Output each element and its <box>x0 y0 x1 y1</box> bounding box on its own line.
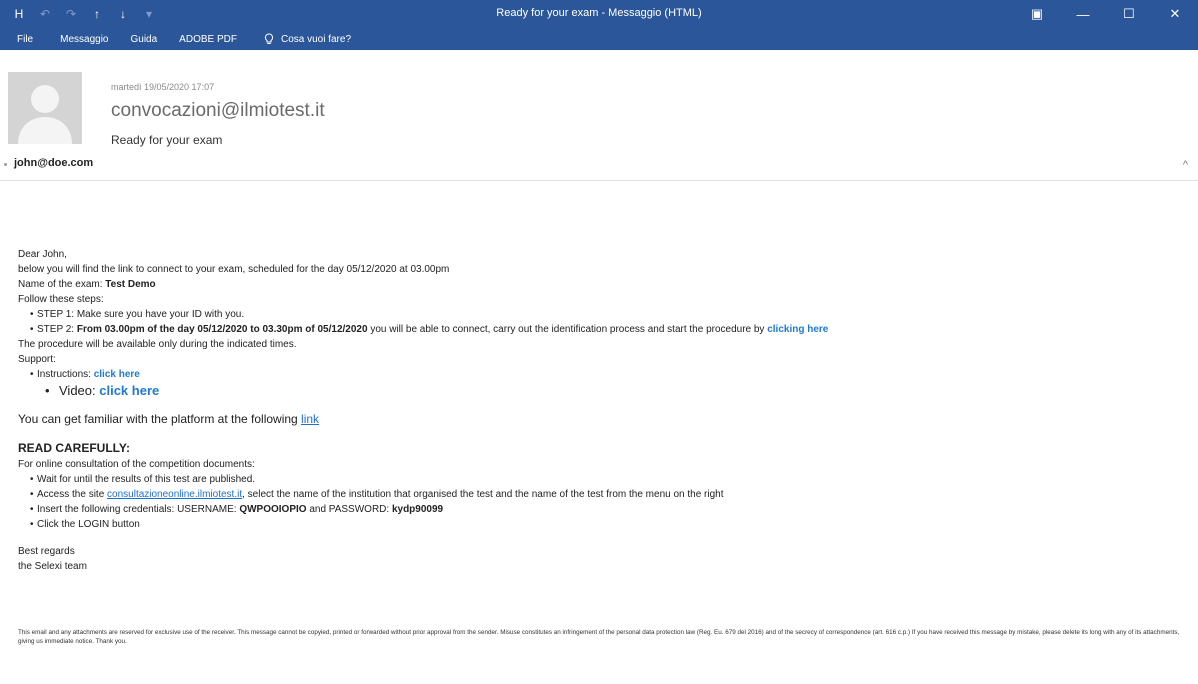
credentials-prefix: Insert the following credentials: USERNA… <box>37 504 240 515</box>
closing-regards: Best regards <box>18 546 75 557</box>
consultation-step-4: Click the LOGIN button <box>18 517 1188 532</box>
tab-file[interactable]: File <box>0 28 49 50</box>
username-value: QWPOOIOPIO <box>239 504 307 515</box>
window-controls: ▣ — ☐ ✕ <box>1014 0 1198 28</box>
password-value: kydp90099 <box>391 504 444 515</box>
tell-me-text: Cosa vuoi fare? <box>280 33 352 45</box>
message-body: Dear John, below you will find the link … <box>18 247 1188 574</box>
sender-address[interactable]: convocazioni@ilmiotest.it <box>111 100 325 122</box>
consultation-intro: For online consultation of the competiti… <box>18 459 255 470</box>
consultation-site-link[interactable]: consultazioneonline.ilmiotest.it <box>107 489 242 500</box>
tell-me-box[interactable]: Cosa vuoi fare? <box>248 33 351 45</box>
support-label: Support: <box>18 354 56 365</box>
exam-name: Test Demo <box>105 279 156 290</box>
credentials-mid: and PASSWORD: <box>306 504 392 515</box>
signature: the Selexi team <box>18 561 87 572</box>
close-button[interactable]: ✕ <box>1152 0 1198 28</box>
availability-note: The procedure will be available only dur… <box>18 339 297 350</box>
step-2-text: you will be able to connect, carry out t… <box>367 324 768 335</box>
procedure-link[interactable]: clicking here <box>767 324 828 335</box>
steps-list: STEP 1: Make sure you have your ID with … <box>18 307 1188 337</box>
recipient-address[interactable]: john@doe.com <box>14 157 93 169</box>
platform-link[interactable]: link <box>301 412 319 426</box>
greeting: Dear John, <box>18 249 67 260</box>
recipient-bullet-icon <box>4 163 7 166</box>
read-carefully-heading: READ CAREFULLY: <box>18 440 1188 457</box>
step-2-prefix: STEP 2: <box>37 324 77 335</box>
step-1: STEP 1: Make sure you have your ID with … <box>18 307 1188 322</box>
ribbon-display-options-button[interactable]: ▣ <box>1014 0 1060 28</box>
title-bar: H ↶ ↷ ↑ ↓ ▾ Ready for your exam - Messag… <box>0 0 1198 28</box>
consultation-step-2-prefix: Access the site <box>37 489 108 500</box>
ribbon-tabs: File Messaggio Guida ADOBE PDF Cosa vuoi… <box>0 28 1198 50</box>
sender-avatar <box>8 72 82 144</box>
disclaimer-footer: This email and any attachments are reser… <box>18 629 1180 645</box>
tab-messaggio[interactable]: Messaggio <box>49 28 119 50</box>
tab-adobe-pdf[interactable]: ADOBE PDF <box>168 28 248 50</box>
maximize-button[interactable]: ☐ <box>1106 0 1152 28</box>
minimize-button[interactable]: — <box>1060 0 1106 28</box>
consultation-step-3: Insert the following credentials: USERNA… <box>18 502 1188 517</box>
instructions-item: Instructions: click here <box>18 367 1188 382</box>
exam-name-line: Name of the exam: Test Demo <box>18 277 1188 292</box>
support-list: Instructions: click here <box>18 367 1188 382</box>
exam-name-label: Name of the exam: <box>18 279 106 290</box>
video-label: Video: <box>59 383 100 398</box>
steps-intro: Follow these steps: <box>18 294 104 305</box>
intro-text: below you will find the link to connect … <box>18 264 450 275</box>
tab-guida[interactable]: Guida <box>119 28 168 50</box>
instructions-label: Instructions: <box>37 369 94 380</box>
collapse-header-button[interactable]: ^ <box>1183 159 1188 171</box>
read-carefully-text: READ CAREFULLY: <box>18 441 131 455</box>
person-icon <box>18 85 72 144</box>
instructions-link[interactable]: click here <box>94 369 140 380</box>
platform-text: You can get familiar with the platform a… <box>18 412 302 426</box>
message-header: martedì 19/05/2020 17:07 convocazioni@il… <box>0 50 1198 181</box>
consultation-list: Wait for until the results of this test … <box>18 472 1188 532</box>
video-list: Video: click here <box>18 382 1188 399</box>
video-link[interactable]: click here <box>99 383 159 398</box>
step-2: STEP 2: From 03.00pm of the day 05/12/20… <box>18 322 1188 337</box>
step-2-time-window: From 03.00pm of the day 05/12/2020 to 03… <box>76 324 368 335</box>
consultation-step-2: Access the site consultazioneonline.ilmi… <box>18 487 1188 502</box>
lightbulb-icon <box>264 33 273 44</box>
platform-line: You can get familiar with the platform a… <box>18 411 1188 428</box>
consultation-step-1: Wait for until the results of this test … <box>18 472 1188 487</box>
message-subject: Ready for your exam <box>111 133 223 147</box>
sent-date: martedì 19/05/2020 17:07 <box>111 82 215 92</box>
consultation-step-2-text: , select the name of the institution tha… <box>242 489 724 500</box>
video-item: Video: click here <box>18 382 1188 399</box>
